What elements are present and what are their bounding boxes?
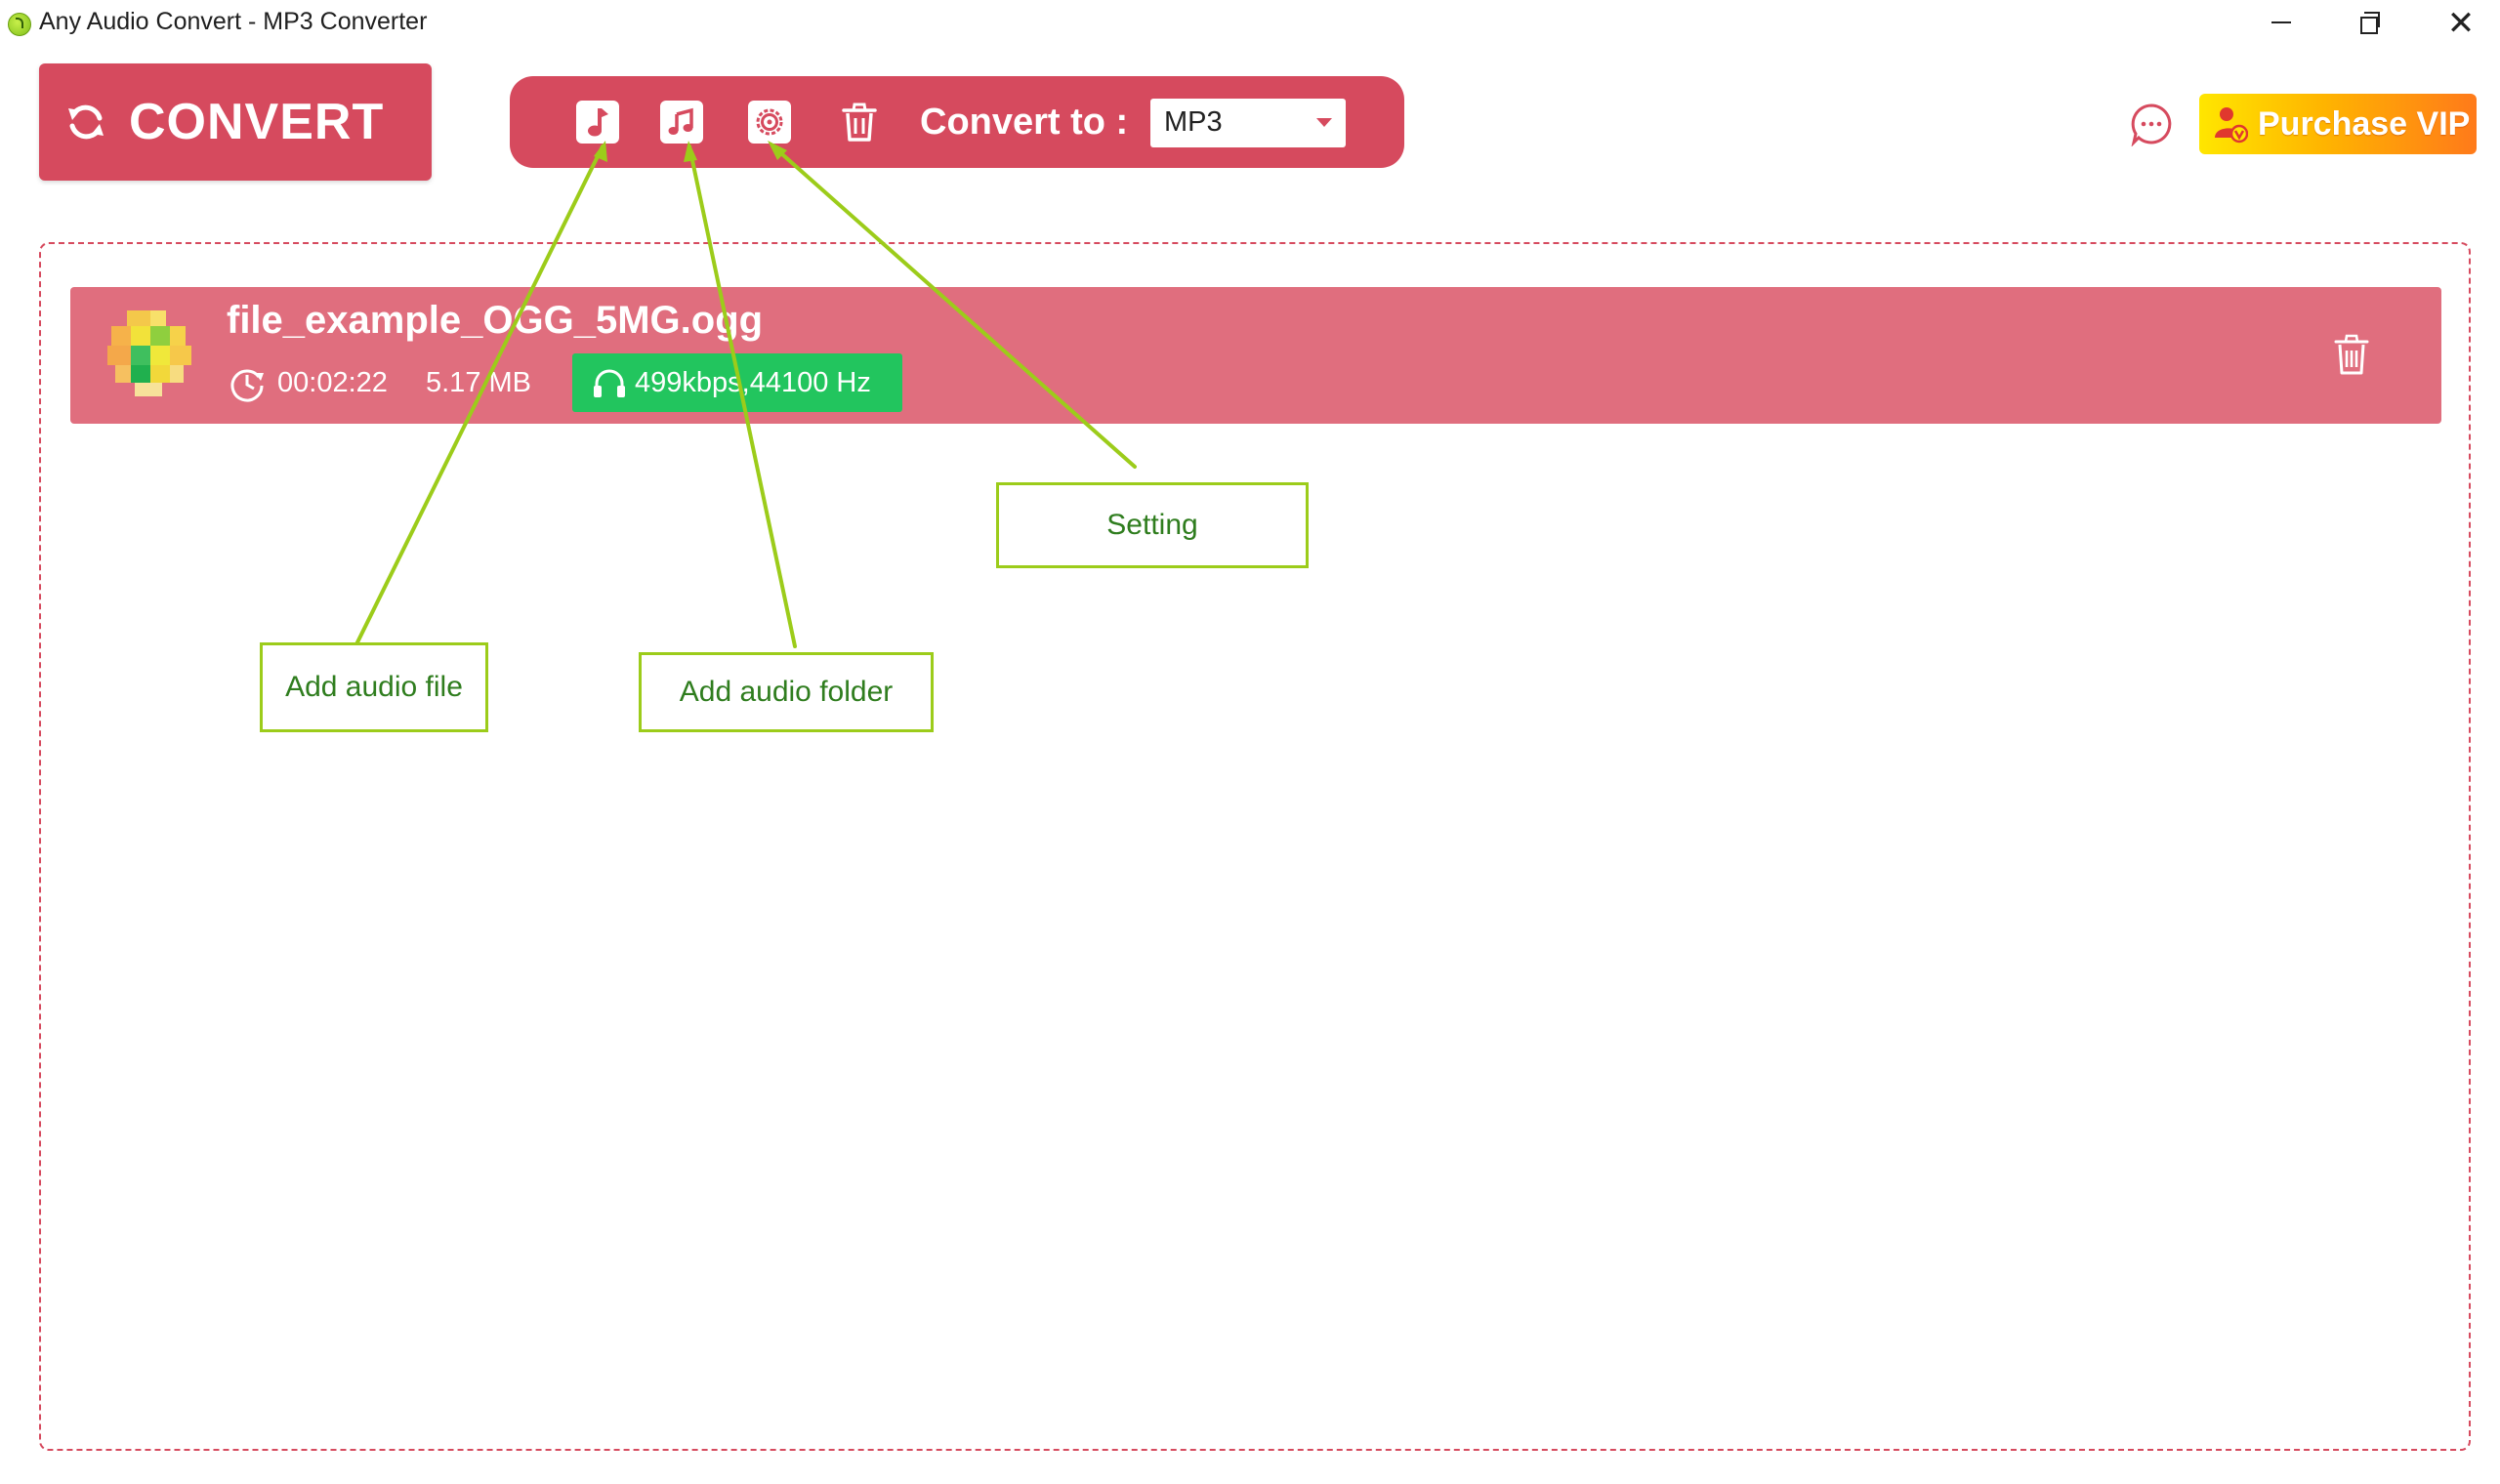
app-logo-icon [8, 13, 31, 36]
convert-label: CONVERT [129, 94, 385, 150]
convert-button[interactable]: CONVERT [39, 63, 432, 181]
clock-icon [230, 369, 264, 402]
chevron-down-icon [1316, 118, 1332, 127]
vip-user-icon [2215, 107, 2248, 144]
file-thumbnail-icon [107, 310, 191, 396]
purchase-vip-button[interactable]: Purchase VIP [2199, 94, 2477, 154]
restore-icon [2360, 12, 2380, 34]
trash-icon [842, 103, 877, 142]
callout-setting: Setting [996, 482, 1309, 568]
add-audio-file-button[interactable] [576, 101, 619, 144]
convert-to-label: Convert to : [920, 102, 1129, 143]
title-bar: Any Audio Convert - MP3 Converter ✕ [0, 0, 2500, 47]
file-list-item[interactable]: file_example_OGG_5MG.ogg 00:02:22 5.17 M… [70, 287, 2441, 424]
setting-button[interactable] [748, 101, 791, 144]
feedback-button[interactable] [2129, 102, 2174, 147]
clear-list-button[interactable] [838, 101, 881, 144]
window-title: Any Audio Convert - MP3 Converter [39, 8, 428, 35]
headphones-icon [594, 369, 625, 397]
audio-info-badge: 499kbps,44100 Hz [572, 353, 902, 412]
add-audio-folder-button[interactable] [660, 101, 703, 144]
refresh-icon [68, 104, 104, 140]
add-audio-folder-icon [668, 107, 693, 135]
purchase-vip-label: Purchase VIP [2258, 104, 2471, 143]
file-duration: 00:02:22 [277, 367, 388, 398]
minimize-button[interactable] [2238, 0, 2324, 47]
callout-add-audio-file: Add audio file [260, 642, 488, 732]
format-select[interactable]: MP3 [1150, 99, 1346, 147]
minimize-icon [2271, 21, 2291, 23]
format-value: MP3 [1164, 106, 1223, 138]
audio-info: 499kbps,44100 Hz [635, 366, 871, 398]
chat-bubble-icon [2131, 103, 2172, 147]
add-audio-file-icon [588, 108, 608, 137]
remove-file-icon[interactable] [2332, 332, 2371, 377]
setting-icon [756, 108, 783, 136]
close-button[interactable]: ✕ [2418, 0, 2500, 47]
restore-button[interactable] [2328, 0, 2414, 47]
file-name: file_example_OGG_5MG.ogg [227, 299, 764, 342]
callout-add-audio-folder: Add audio folder [639, 652, 934, 732]
file-size: 5.17 MB [426, 367, 531, 398]
